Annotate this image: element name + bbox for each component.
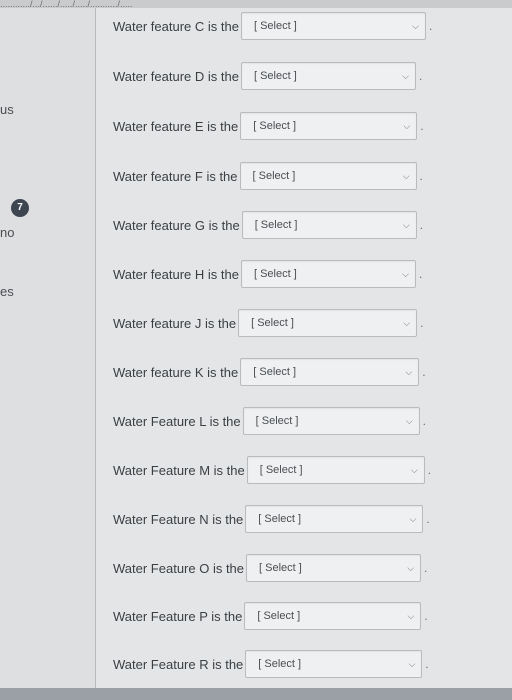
select-value: [ Select ] <box>259 464 303 476</box>
question-row: Water feature D is the [ Select ] ⌵ . <box>113 60 422 92</box>
select-value: [ Select ] <box>253 20 297 32</box>
trailing-period: . <box>420 119 424 133</box>
select-value: [ Select ] <box>253 366 297 378</box>
chevron-down-icon: ⌵ <box>410 464 418 475</box>
question-label: Water Feature P is the <box>113 608 243 624</box>
answer-select[interactable]: [ Select ] ⌵ <box>244 602 422 630</box>
chevron-down-icon: ⌵ <box>402 70 409 81</box>
left-fragment-es: es <box>0 284 14 299</box>
answer-select[interactable]: [ Select ] ⌵ <box>241 211 417 239</box>
answer-select[interactable]: [ Select ] ⌵ <box>240 62 416 90</box>
select-value: [ Select ] <box>252 170 296 182</box>
left-question-nav: us 7 no es <box>0 8 96 688</box>
question-row: Water feature F is the [ Select ] ⌵ . <box>113 160 423 192</box>
question-label: Water Feature O is the <box>113 560 245 576</box>
trailing-period: . <box>427 463 432 477</box>
select-value: [ Select ] <box>254 219 298 231</box>
answer-select[interactable]: [ Select ] ⌵ <box>240 260 416 288</box>
question-row: Water feature J is the [ Select ] ⌵ . <box>113 307 423 339</box>
question-row: Water feature G is the [ Select ] ⌵ . <box>113 209 423 241</box>
question-label: Water feature F is the <box>113 168 238 184</box>
question-label: Water feature K is the <box>113 364 239 380</box>
chevron-down-icon: ⌵ <box>407 562 415 573</box>
question-label: Water feature G is the <box>113 217 240 233</box>
answer-select[interactable]: [ Select ] ⌵ <box>238 309 418 337</box>
answer-select[interactable]: [ Select ] ⌵ <box>245 650 423 678</box>
question-row: Water Feature N is the [ Select ] ⌵ . <box>113 503 430 535</box>
question-label: Water feature D is the <box>113 68 239 84</box>
trailing-period: . <box>422 365 426 379</box>
question-label: Water feature J is the <box>113 315 237 331</box>
select-value: [ Select ] <box>258 658 302 670</box>
chevron-down-icon: ⌵ <box>412 20 419 31</box>
bottom-edge <box>0 688 512 700</box>
answer-select[interactable]: [ Select ] ⌵ <box>242 407 420 435</box>
chevron-down-icon: ⌵ <box>402 268 409 279</box>
chevron-down-icon: ⌵ <box>403 120 411 131</box>
trailing-period: . <box>426 512 430 526</box>
trailing-period: . <box>424 561 428 575</box>
trailing-period: . <box>419 169 423 183</box>
trailing-period: . <box>425 657 429 671</box>
question-row: Water Feature P is the [ Select ] ⌵ . <box>113 600 428 632</box>
question-label: Water feature E is the <box>113 118 239 134</box>
select-value: [ Select ] <box>253 268 297 280</box>
answer-select[interactable]: [ Select ] ⌵ <box>246 554 422 582</box>
top-url-fragment: ............/.../....../...../...../....… <box>0 0 512 8</box>
question-label: Water feature C is the <box>113 18 239 34</box>
question-row: Water Feature R is the [ Select ] ⌵ . <box>113 648 429 680</box>
question-row: Water feature H is the [ Select ] ⌵ . <box>113 258 422 290</box>
chevron-down-icon: ⌵ <box>405 415 413 426</box>
question-row: Water Feature L is the [ Select ] ⌵ . <box>113 405 426 437</box>
answer-select[interactable]: [ Select ] ⌵ <box>239 162 417 190</box>
select-value: [ Select ] <box>251 317 294 329</box>
left-fragment-us: us <box>0 102 14 117</box>
trailing-period: . <box>418 69 423 83</box>
select-value: [ Select ] <box>253 70 297 82</box>
select-value: [ Select ] <box>259 562 302 574</box>
answer-select[interactable]: [ Select ] ⌵ <box>240 358 420 386</box>
question-row: Water Feature O is the [ Select ] ⌵ . <box>113 552 427 584</box>
trailing-period: . <box>419 218 424 232</box>
question-row: Water feature K is the [ Select ] ⌵ . <box>113 356 426 388</box>
chevron-down-icon: ⌵ <box>407 610 415 621</box>
question-label: Water Feature M is the <box>113 462 245 478</box>
select-value: [ Select ] <box>253 120 297 132</box>
answer-select[interactable]: [ Select ] ⌵ <box>240 112 418 140</box>
trailing-period: . <box>422 414 426 428</box>
trailing-period: . <box>428 19 433 33</box>
question-row: Water feature E is the [ Select ] ⌵ . <box>113 110 424 142</box>
select-value: [ Select ] <box>258 513 302 525</box>
question-label: Water feature H is the <box>113 266 239 282</box>
chevron-down-icon: ⌵ <box>405 366 413 377</box>
answer-select[interactable]: [ Select ] ⌵ <box>240 12 426 40</box>
select-value: [ Select ] <box>255 415 299 427</box>
answer-select[interactable]: [ Select ] ⌵ <box>246 456 425 484</box>
answer-select[interactable]: [ Select ] ⌵ <box>245 505 424 533</box>
question-label: Water Feature R is the <box>113 656 244 672</box>
question-number-badge[interactable]: 7 <box>11 199 29 217</box>
chevron-down-icon: ⌵ <box>402 170 410 181</box>
question-row: Water feature C is the [ Select ] ⌵ . <box>113 10 432 42</box>
question-row: Water Feature M is the [ Select ] ⌵ . <box>113 454 431 486</box>
trailing-period: . <box>418 267 423 281</box>
question-label: Water Feature L is the <box>113 413 241 429</box>
trailing-period: . <box>424 609 428 623</box>
chevron-down-icon: ⌵ <box>402 219 410 230</box>
chevron-down-icon: ⌵ <box>408 658 416 669</box>
question-content: Water feature C is the [ Select ] ⌵ . Wa… <box>96 8 512 688</box>
trailing-period: . <box>420 316 424 330</box>
chevron-down-icon: ⌵ <box>403 317 411 328</box>
question-label: Water Feature N is the <box>113 511 244 527</box>
left-fragment-no: no <box>0 225 15 240</box>
select-value: [ Select ] <box>257 610 301 622</box>
chevron-down-icon: ⌵ <box>409 513 417 524</box>
